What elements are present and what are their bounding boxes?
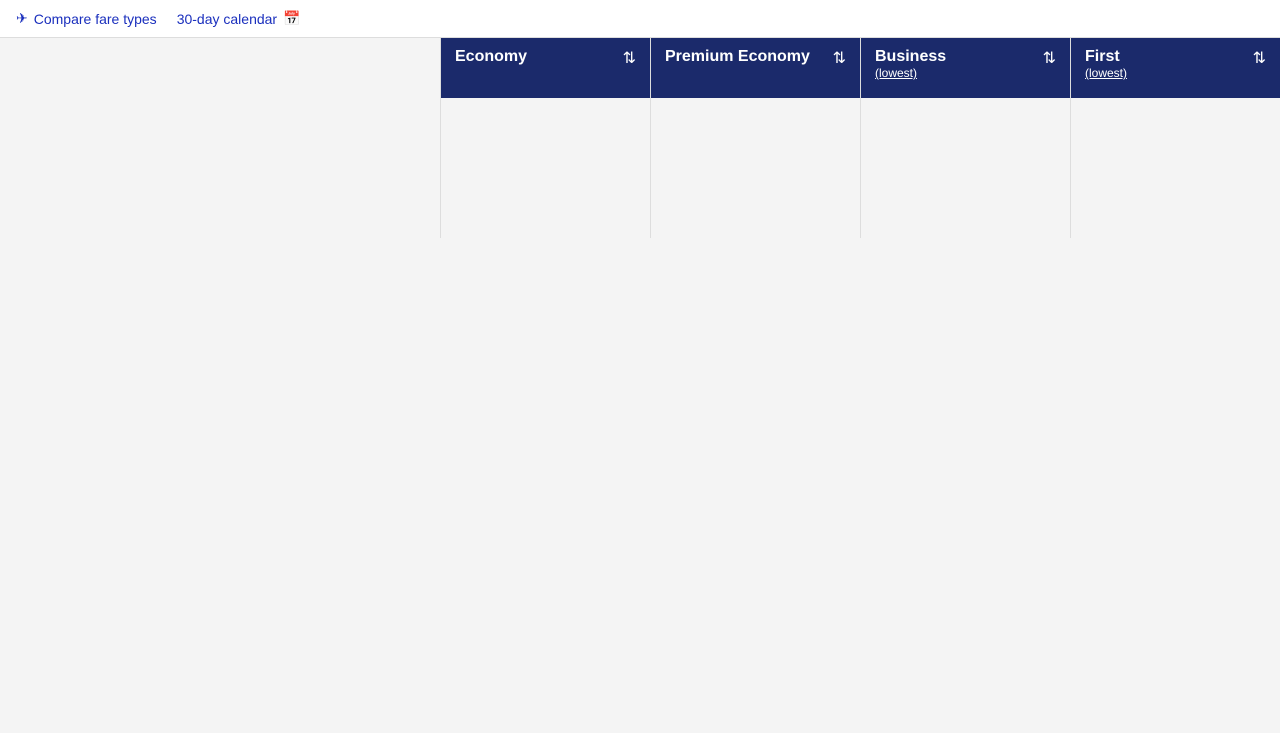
calendar-icon: 📅 [283, 10, 300, 27]
calendar-30day-link[interactable]: 30-day calendar 📅 [177, 10, 301, 27]
business-col-header: Business (lowest) ⇅ [860, 38, 1070, 238]
first-sort-icon[interactable]: ⇅ [1253, 48, 1266, 68]
business-col-title: Business [875, 48, 946, 66]
economy-col-header: Economy ⇅ [440, 38, 650, 238]
first-col-subtitle[interactable]: (lowest) [1085, 66, 1127, 80]
plane-icon: ✈ [16, 10, 28, 27]
economy-col-title: Economy [455, 48, 527, 66]
page-layout: Economy ⇅ Premium Economy ⇅ Business [0, 38, 1280, 238]
premium-economy-sort-icon[interactable]: ⇅ [833, 48, 846, 68]
top-bar: ✈ Compare fare types 30-day calendar 📅 [0, 0, 1280, 38]
economy-sort-icon[interactable]: ⇅ [623, 48, 636, 68]
left-header-spacer [0, 38, 440, 238]
premium-economy-col-header: Premium Economy ⇅ [650, 38, 860, 238]
business-col-subtitle[interactable]: (lowest) [875, 66, 946, 80]
premium-economy-col-title: Premium Economy [665, 48, 810, 66]
first-col-header: First (lowest) ⇅ [1070, 38, 1280, 238]
fare-columns-header: Economy ⇅ Premium Economy ⇅ Business [440, 38, 1280, 238]
first-col-title: First [1085, 48, 1127, 66]
compare-fare-types-link[interactable]: ✈ Compare fare types [16, 10, 157, 27]
calendar-label: 30-day calendar [177, 11, 277, 27]
business-sort-icon[interactable]: ⇅ [1043, 48, 1056, 68]
compare-fare-label: Compare fare types [34, 11, 157, 27]
